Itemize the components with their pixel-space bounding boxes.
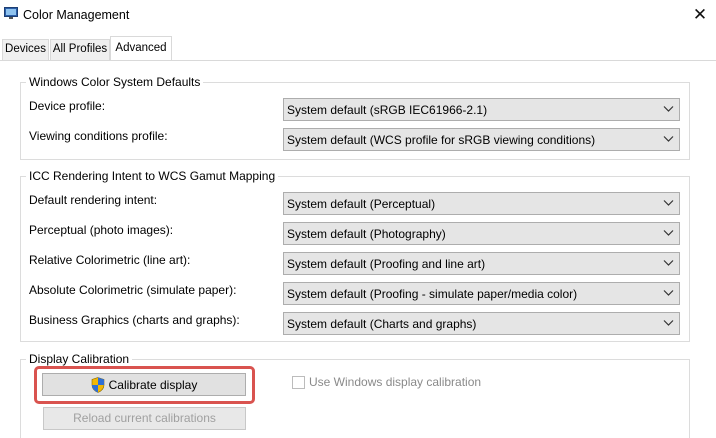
chevron-down-icon — [663, 320, 674, 326]
viewing-conditions-value: System default (WCS profile for sRGB vie… — [287, 133, 596, 147]
tab-devices[interactable]: Devices — [2, 39, 49, 60]
absolute-colorimetric-label: Absolute Colorimetric (simulate paper): — [29, 283, 237, 297]
tab-strip: Devices All Profiles Advanced — [0, 36, 716, 61]
relative-colorimetric-dropdown[interactable]: System default (Proofing and line art) — [283, 252, 680, 275]
absolute-colorimetric-value: System default (Proofing - simulate pape… — [287, 287, 578, 301]
chevron-down-icon — [663, 230, 674, 236]
perceptual-value: System default (Photography) — [287, 227, 446, 241]
device-profile-label: Device profile: — [29, 99, 106, 113]
use-windows-calibration-label: Use Windows display calibration — [309, 375, 482, 389]
tab-advanced[interactable]: Advanced — [110, 36, 172, 60]
chevron-down-icon — [663, 136, 674, 142]
icc-mapping-legend: ICC Rendering Intent to WCS Gamut Mappin… — [26, 169, 279, 183]
relative-colorimetric-value: System default (Proofing and line art) — [287, 257, 486, 271]
perceptual-label: Perceptual (photo images): — [29, 223, 174, 237]
highlight-box — [34, 366, 255, 404]
monitor-icon — [4, 7, 18, 19]
display-calibration-legend: Display Calibration — [26, 352, 133, 366]
business-graphics-label: Business Graphics (charts and graphs): — [29, 313, 240, 327]
tab-all-profiles[interactable]: All Profiles — [50, 39, 110, 60]
viewing-conditions-label: Viewing conditions profile: — [29, 129, 168, 143]
title-bar: Color Management ✕ — [0, 0, 716, 30]
device-profile-value: System default (sRGB IEC61966-2.1) — [287, 103, 488, 117]
chevron-down-icon — [663, 290, 674, 296]
business-graphics-value: System default (Charts and graphs) — [287, 317, 477, 331]
viewing-conditions-dropdown[interactable]: System default (WCS profile for sRGB vie… — [283, 128, 680, 151]
chevron-down-icon — [663, 260, 674, 266]
use-windows-calibration-checkbox[interactable] — [292, 376, 305, 389]
relative-colorimetric-label: Relative Colorimetric (line art): — [29, 253, 191, 267]
color-management-window: Color Management ✕ Devices All Profiles … — [0, 0, 716, 438]
wcs-defaults-legend: Windows Color System Defaults — [26, 75, 204, 89]
perceptual-dropdown[interactable]: System default (Photography) — [283, 222, 680, 245]
reload-calibrations-button[interactable]: Reload current calibrations — [43, 407, 246, 430]
chevron-down-icon — [663, 200, 674, 206]
absolute-colorimetric-dropdown[interactable]: System default (Proofing - simulate pape… — [283, 282, 680, 305]
window-title: Color Management — [23, 8, 130, 22]
business-graphics-dropdown[interactable]: System default (Charts and graphs) — [283, 312, 680, 335]
default-rendering-intent-label: Default rendering intent: — [29, 193, 158, 207]
default-rendering-intent-dropdown[interactable]: System default (Perceptual) — [283, 192, 680, 215]
chevron-down-icon — [663, 106, 674, 112]
device-profile-dropdown[interactable]: System default (sRGB IEC61966-2.1) — [283, 98, 680, 121]
default-rendering-intent-value: System default (Perceptual) — [287, 197, 436, 211]
close-button[interactable]: ✕ — [688, 4, 712, 26]
